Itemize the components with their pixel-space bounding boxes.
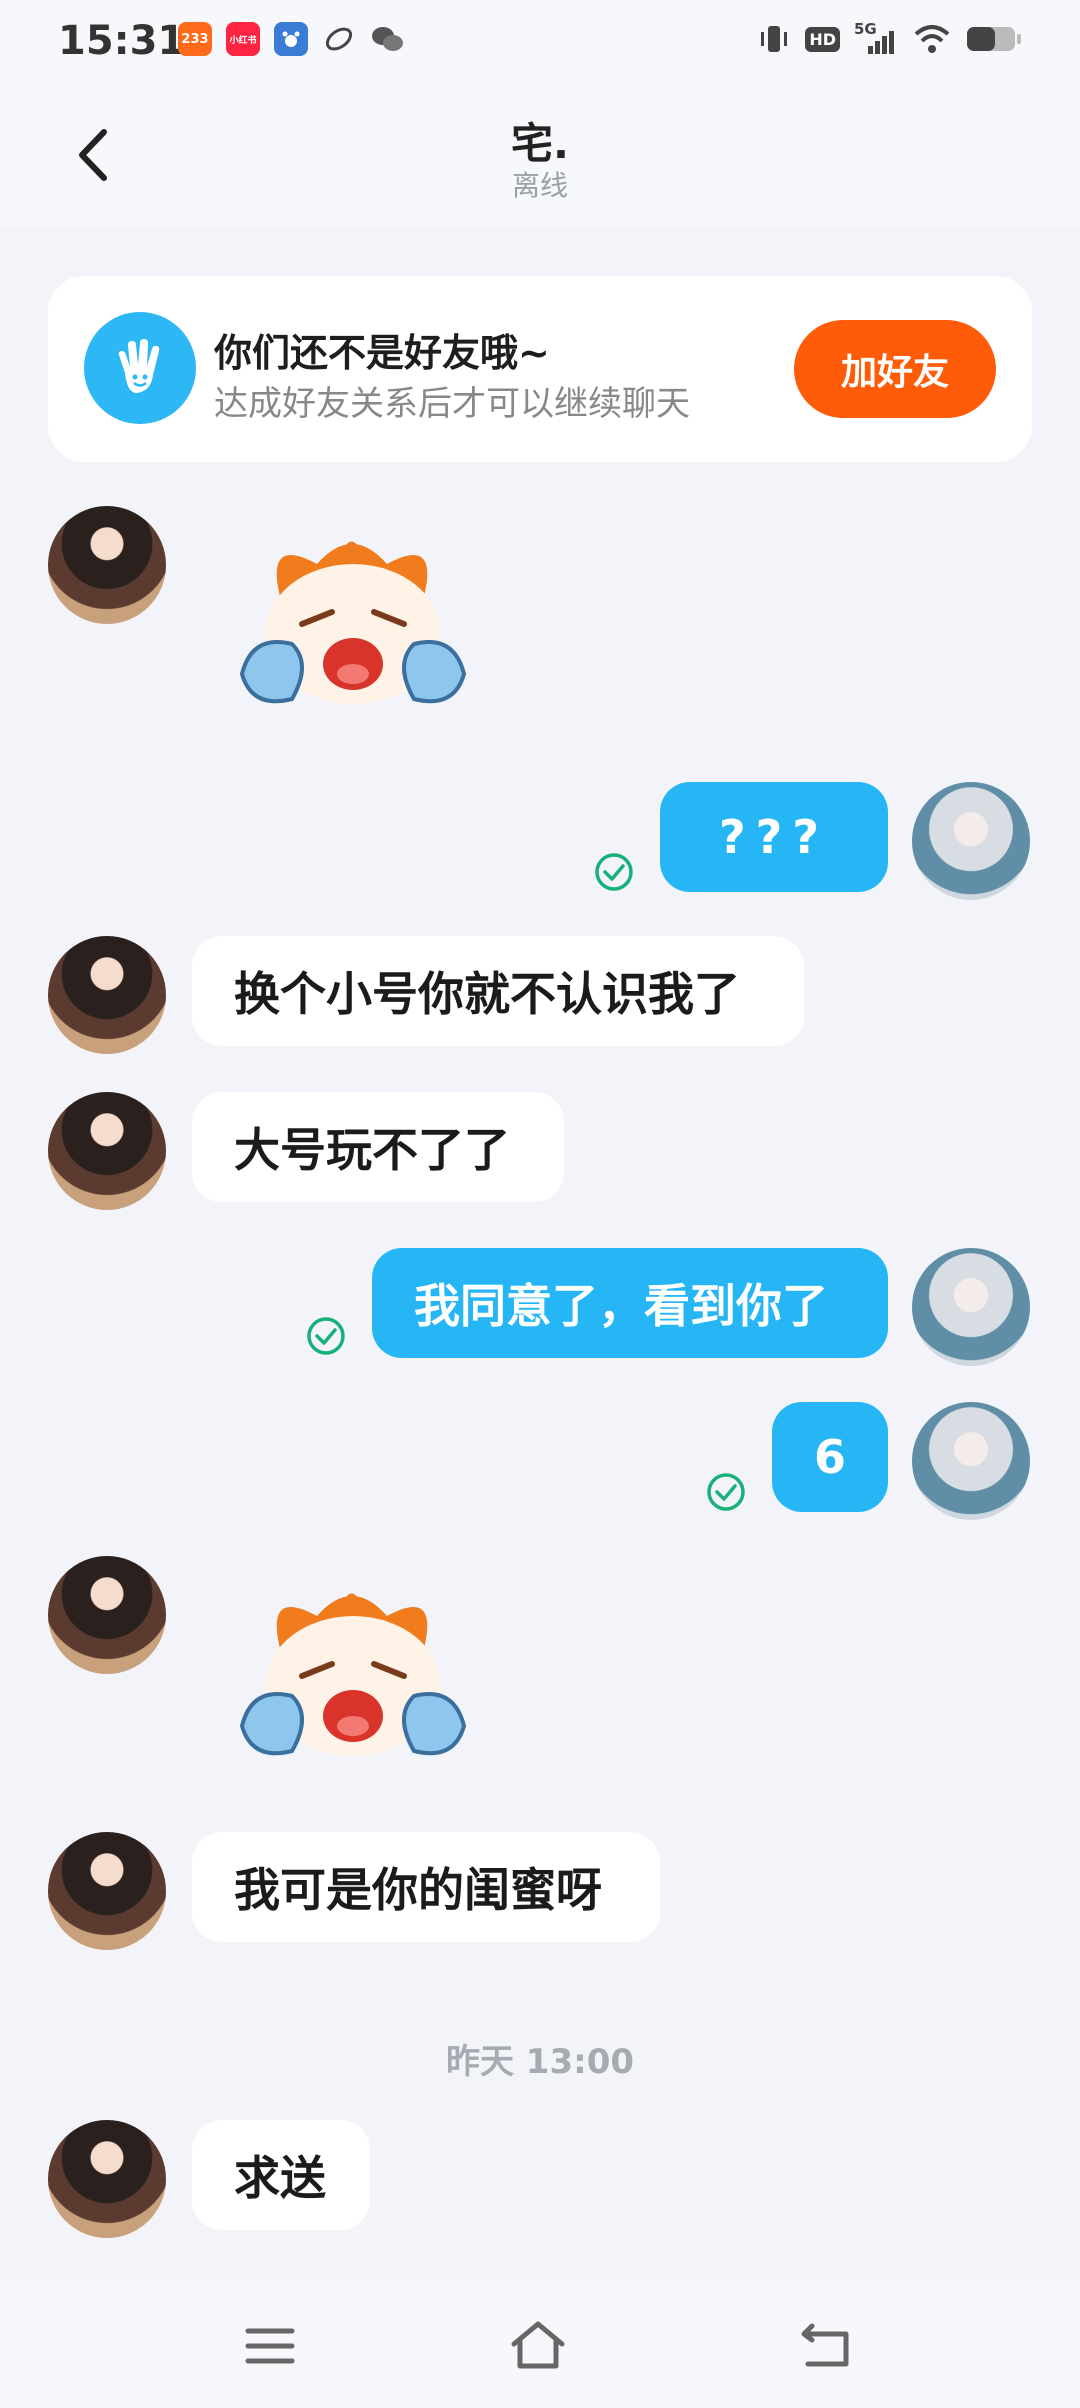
system-nav-bar xyxy=(0,2280,1080,2408)
message-bubble-incoming[interactable]: 我可是你的闺蜜呀 xyxy=(192,1832,660,1942)
top-bar: 15:31 233 小红书 HD 5G 宅. 离线 xyxy=(0,0,1080,226)
baidu-icon xyxy=(274,22,308,56)
add-friend-button[interactable]: 加好友 xyxy=(794,320,996,418)
my-avatar[interactable] xyxy=(912,782,1030,900)
read-check-icon xyxy=(307,1317,345,1355)
message-bubble-outgoing[interactable]: ??? xyxy=(660,782,888,892)
wifi-icon xyxy=(914,25,950,53)
contact-avatar[interactable] xyxy=(48,1556,166,1674)
link-icon xyxy=(322,22,356,56)
contact-avatar[interactable] xyxy=(48,1832,166,1950)
hd-badge: HD xyxy=(805,26,840,52)
233-app-icon: 233 xyxy=(178,22,212,56)
message-bubble-incoming[interactable]: 换个小号你就不认识我了 xyxy=(192,936,804,1046)
contact-avatar[interactable] xyxy=(48,1092,166,1210)
wechat-icon xyxy=(370,22,404,56)
friend-request-banner: 你们还不是好友哦~ 达成好友关系后才可以继续聊天 加好友 xyxy=(48,276,1032,462)
message-bubble-outgoing[interactable]: 6 xyxy=(772,1402,888,1512)
online-status: 离线 xyxy=(511,169,568,202)
crying-sticker xyxy=(239,1593,467,1756)
contact-avatar[interactable] xyxy=(48,936,166,1054)
vibrate-icon xyxy=(761,26,788,52)
signal-icon: 5G xyxy=(854,20,898,56)
xiaohongshu-icon: 小红书 xyxy=(226,22,260,56)
contact-avatar[interactable] xyxy=(48,2120,166,2238)
read-check-icon xyxy=(595,853,633,891)
my-avatar[interactable] xyxy=(912,1402,1030,1520)
message-bubble-outgoing[interactable]: 我同意了，看到你了 xyxy=(372,1248,888,1358)
notification-icons: 233 小红书 xyxy=(178,22,404,56)
my-avatar[interactable] xyxy=(912,1248,1030,1366)
message-bubble-incoming[interactable]: 求送 xyxy=(192,2120,370,2230)
home-icon[interactable] xyxy=(508,2316,568,2376)
banner-title: 你们还不是好友哦~ xyxy=(214,331,550,375)
back-nav-icon[interactable] xyxy=(796,2316,856,2376)
message-bubble-incoming[interactable]: 大号玩不了了 xyxy=(192,1092,564,1202)
system-icons: HD 5G xyxy=(757,20,1022,56)
crying-sticker xyxy=(239,541,467,704)
status-time: 15:31 xyxy=(58,18,186,64)
contact-avatar[interactable] xyxy=(48,506,166,624)
battery-icon xyxy=(967,27,1021,51)
message-timestamp: 昨天 13:00 xyxy=(445,2042,635,2082)
banner-subtitle: 达成好友关系后才可以继续聊天 xyxy=(214,384,690,424)
page-title: 宅. xyxy=(511,119,569,168)
menu-icon[interactable] xyxy=(240,2316,300,2376)
read-check-icon xyxy=(707,1473,745,1511)
wave-hand-icon xyxy=(84,312,196,424)
